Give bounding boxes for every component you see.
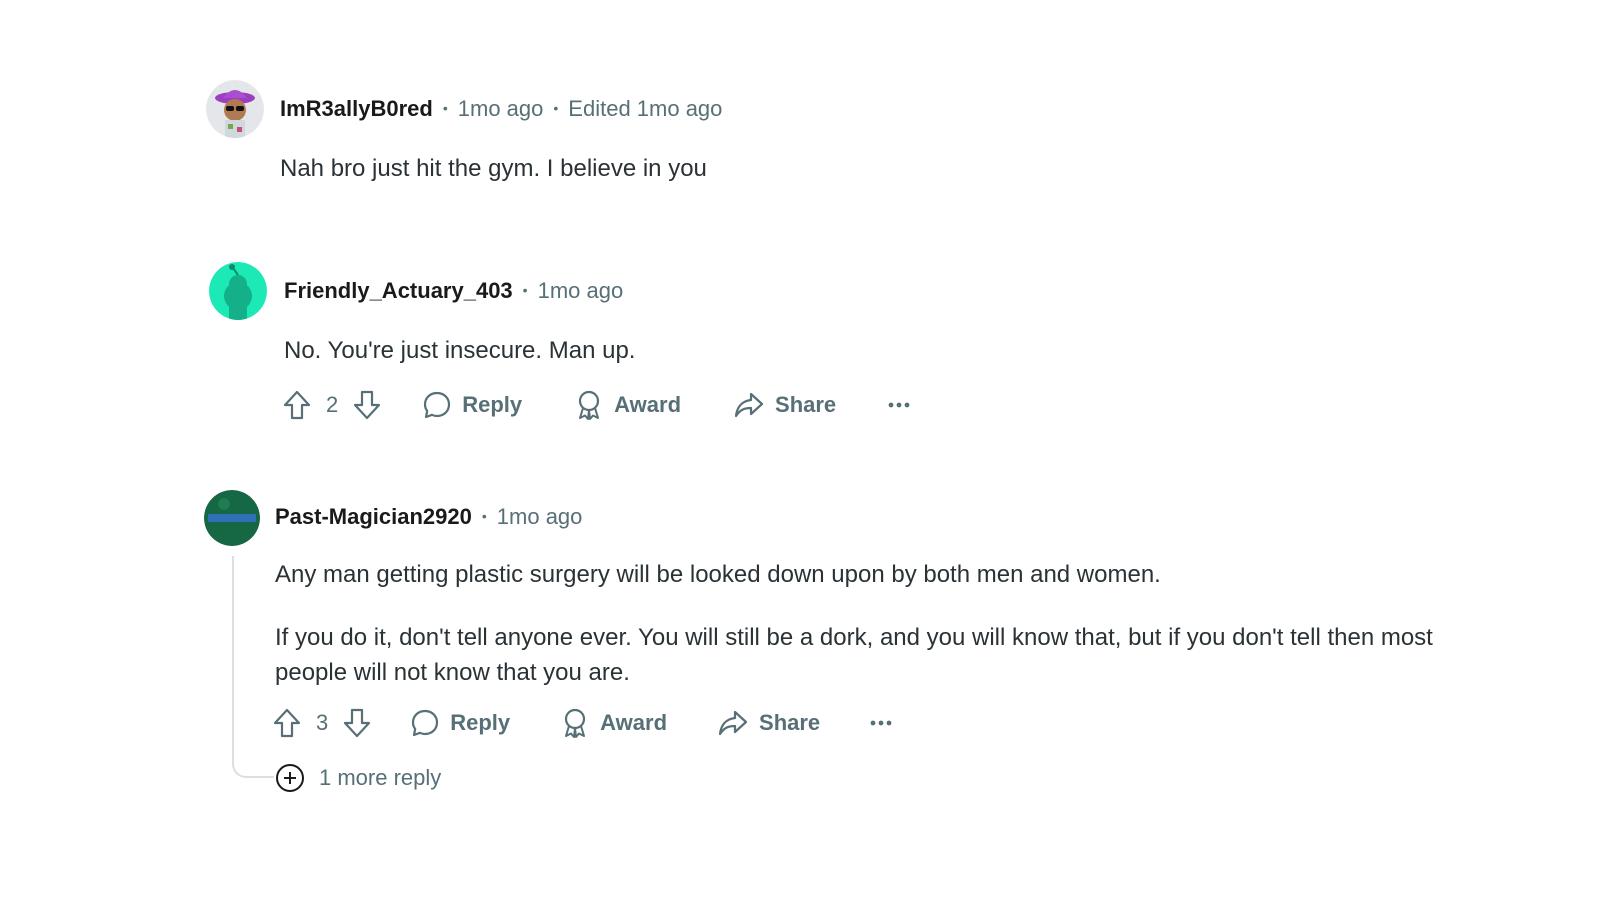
reply-button[interactable]: Reply bbox=[410, 708, 510, 738]
share-label: Share bbox=[775, 392, 837, 417]
username-link[interactable]: ImR3allyB0red bbox=[280, 96, 433, 122]
award-button[interactable]: Award bbox=[560, 707, 667, 739]
speech-bubble-icon bbox=[424, 391, 451, 419]
separator-dot: • bbox=[522, 282, 528, 298]
award-label: Award bbox=[614, 392, 682, 417]
comment-actions: 3 Reply Award Share bbox=[272, 703, 892, 743]
vote-count: 2 bbox=[326, 392, 339, 417]
more-replies-label: 1 more reply bbox=[319, 765, 442, 790]
comment-meta: Past-Magician2920 • 1mo ago bbox=[275, 504, 582, 530]
separator-dot: • bbox=[442, 100, 448, 116]
reply-button[interactable]: Reply bbox=[422, 390, 522, 420]
upvote-arrow-icon bbox=[283, 390, 311, 420]
comment-body: No. You're just insecure. Man up. bbox=[284, 333, 635, 368]
avatar[interactable] bbox=[204, 490, 260, 546]
vote-count: 3 bbox=[316, 710, 329, 735]
downvote-button[interactable] bbox=[342, 707, 372, 739]
reply-label: Reply bbox=[462, 392, 523, 417]
comment-paragraph: Any man getting plastic surgery will be … bbox=[275, 561, 1161, 588]
snoo-avatar-image bbox=[209, 262, 267, 320]
award-label: Award bbox=[600, 710, 668, 735]
snoo-avatar-image bbox=[206, 80, 264, 138]
comment-paragraph: If you do it, don't tell anyone ever. Yo… bbox=[275, 624, 1433, 686]
reply-label: Reply bbox=[450, 710, 511, 735]
comment-thread: ImR3allyB0red • 1mo ago • Edited 1mo ago… bbox=[0, 0, 1600, 900]
comment-actions: 2 Reply Award Share bbox=[282, 385, 910, 425]
username-link[interactable]: Friendly_Actuary_403 bbox=[284, 278, 513, 304]
plus-circle-icon bbox=[276, 764, 304, 792]
separator-dot: • bbox=[481, 508, 487, 524]
award-button[interactable]: Award bbox=[574, 389, 681, 421]
comment-paragraph: No. You're just insecure. Man up. bbox=[284, 337, 636, 364]
upvote-button[interactable] bbox=[272, 707, 302, 739]
upvote-arrow-icon bbox=[273, 708, 301, 738]
downvote-button[interactable] bbox=[352, 389, 382, 421]
thread-line bbox=[232, 556, 274, 778]
avatar[interactable] bbox=[209, 262, 267, 320]
username-link[interactable]: Past-Magician2920 bbox=[275, 504, 472, 530]
award-ribbon-icon bbox=[565, 708, 586, 738]
share-arrow-icon bbox=[718, 710, 748, 736]
timestamp[interactable]: 1mo ago bbox=[458, 96, 544, 122]
timestamp[interactable]: 1mo ago bbox=[497, 504, 583, 530]
more-options-button[interactable] bbox=[870, 719, 892, 727]
avatar[interactable] bbox=[206, 80, 264, 138]
share-button[interactable]: Share bbox=[717, 708, 820, 738]
timestamp[interactable]: 1mo ago bbox=[538, 278, 624, 304]
more-replies-button[interactable]: 1 more reply bbox=[275, 763, 441, 793]
award-ribbon-icon bbox=[579, 390, 600, 420]
comment-meta: ImR3allyB0red • 1mo ago • Edited 1mo ago bbox=[280, 96, 722, 122]
downvote-arrow-icon bbox=[344, 708, 371, 738]
ellipsis-icon bbox=[870, 720, 892, 726]
comment-paragraph: Nah bro just hit the gym. I believe in y… bbox=[280, 155, 707, 182]
downvote-arrow-icon bbox=[354, 390, 381, 420]
comment-body: Any man getting plastic surgery will be … bbox=[275, 557, 1475, 690]
share-label: Share bbox=[759, 710, 821, 735]
snoo-avatar-image bbox=[204, 490, 260, 546]
share-arrow-icon bbox=[734, 392, 764, 418]
ellipsis-icon bbox=[888, 402, 910, 408]
edited-timestamp: Edited 1mo ago bbox=[568, 96, 723, 121]
comment-body: Nah bro just hit the gym. I believe in y… bbox=[280, 151, 707, 186]
share-button[interactable]: Share bbox=[733, 390, 836, 420]
comment-meta: Friendly_Actuary_403 • 1mo ago bbox=[284, 278, 623, 304]
speech-bubble-icon bbox=[412, 709, 439, 737]
separator-dot: • bbox=[553, 100, 559, 116]
upvote-button[interactable] bbox=[282, 389, 312, 421]
more-options-button[interactable] bbox=[888, 401, 910, 409]
